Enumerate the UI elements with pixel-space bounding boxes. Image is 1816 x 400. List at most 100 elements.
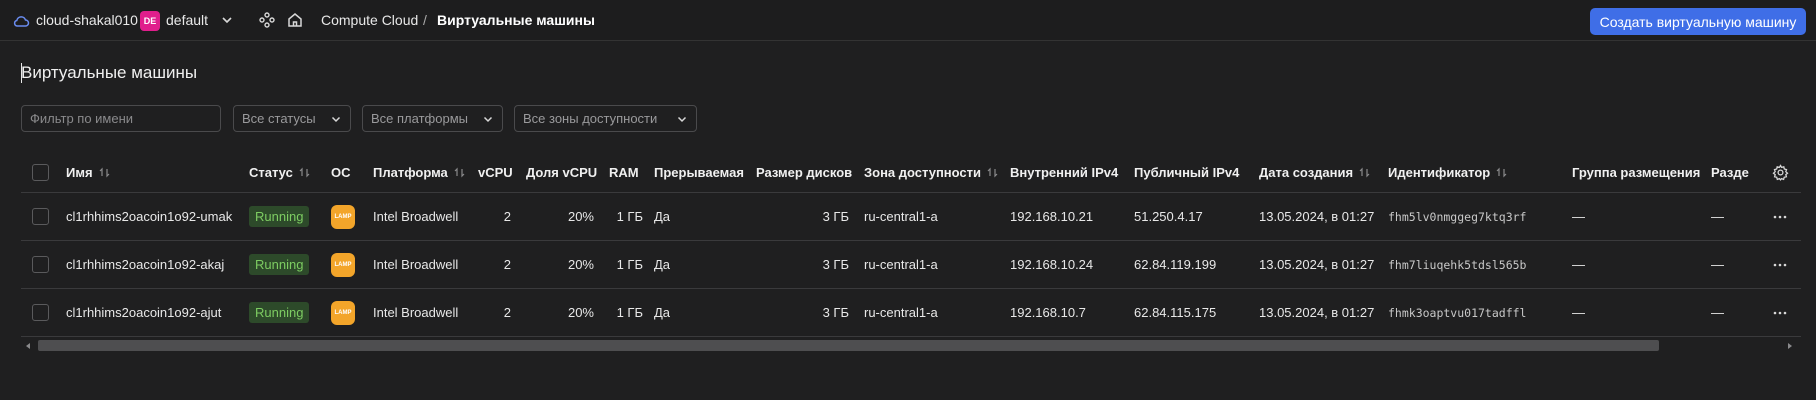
column-header-ram: RAM (609, 153, 639, 192)
lamp-os-icon: LAMP (331, 252, 355, 277)
text-caret (21, 63, 22, 83)
row-checkbox[interactable] (32, 304, 49, 321)
os-cell: LAMP (331, 241, 355, 288)
status-filter-select[interactable]: Все статусы (233, 105, 351, 132)
column-label: Дата создания (1259, 165, 1354, 180)
created-date: 13.05.2024, в 01:27 (1259, 305, 1375, 320)
vm-name[interactable]: cl1rhhims2oacoin1o92-akaj (66, 241, 224, 288)
cloud-name[interactable]: cloud-shakal010 (36, 12, 138, 28)
column-label: Имя (66, 165, 93, 180)
column-header-public-ip: Публичный IPv4 (1134, 153, 1239, 192)
more-actions-icon[interactable] (1772, 305, 1788, 321)
platform-filter-select[interactable]: Все платформы (362, 105, 503, 132)
partition: — (1711, 305, 1724, 320)
home-icon[interactable] (286, 11, 304, 29)
internal-ip: 192.168.10.7 (1010, 305, 1086, 320)
page-title: Виртуальные машины (21, 63, 198, 82)
zone-filter-select[interactable]: Все зоны доступности (514, 105, 697, 132)
table-row[interactable]: cl1rhhims2oacoin1o92-akaj Running LAMP I… (21, 241, 1801, 289)
scroll-right-arrow-icon[interactable] (1785, 341, 1795, 351)
column-header-internal-ip: Внутренний IPv4 (1010, 153, 1118, 192)
ram: 1 ГБ (616, 209, 643, 224)
column-header-status[interactable]: Статус (249, 153, 311, 192)
placement-group: — (1572, 209, 1585, 224)
create-vm-button[interactable]: Создать виртуальную машину (1590, 8, 1806, 35)
preemptible: Да (654, 209, 671, 224)
horizontal-scrollbar[interactable] (21, 339, 1801, 353)
status-cell: Running (249, 241, 310, 288)
disk-size: 3 ГБ (822, 257, 849, 272)
column-header-vcpu: vCPU (478, 153, 513, 192)
breadcrumb-separator: / (423, 12, 427, 28)
row-actions-cell (1772, 289, 1788, 336)
row-checkbox-cell (32, 241, 49, 288)
more-actions-icon[interactable] (1772, 209, 1788, 225)
sort-icon[interactable] (98, 166, 111, 179)
table-row[interactable]: cl1rhhims2oacoin1o92-umak Running LAMP I… (21, 193, 1801, 241)
column-label: Группа размещения (1572, 165, 1701, 180)
column-header-disk-size: Размер дисков (756, 153, 852, 192)
column-label: Прерываемая (654, 165, 744, 180)
row-checkbox-cell (32, 289, 49, 336)
partition: — (1711, 209, 1724, 224)
cloud-icon[interactable] (12, 12, 30, 30)
column-label: Платформа (373, 165, 448, 180)
status-filter-value: Все статусы (242, 111, 316, 126)
select-all-cell (32, 153, 49, 192)
chevron-down-icon[interactable] (220, 13, 234, 27)
breadcrumb-compute-cloud[interactable]: Compute Cloud (321, 12, 418, 28)
platform: Intel Broadwell (373, 305, 459, 320)
sort-icon[interactable] (1495, 166, 1508, 179)
vcpu-share: 20% (567, 305, 594, 320)
ram: 1 ГБ (616, 257, 643, 272)
internal-ip: 192.168.10.24 (1010, 257, 1094, 272)
lamp-os-icon: LAMP (331, 300, 355, 325)
column-header-created[interactable]: Дата создания (1259, 153, 1371, 192)
os-cell: LAMP (331, 193, 355, 240)
vcpu: 2 (503, 257, 511, 272)
vm-name[interactable]: cl1rhhims2oacoin1o92-ajut (66, 289, 221, 336)
vcpu: 2 (503, 209, 511, 224)
row-checkbox[interactable] (32, 256, 49, 273)
gear-icon[interactable] (1772, 164, 1789, 181)
more-actions-icon[interactable] (1772, 257, 1788, 273)
sort-icon[interactable] (298, 166, 311, 179)
chevron-down-icon (677, 116, 687, 122)
folder-name[interactable]: default (166, 12, 208, 28)
select-all-checkbox[interactable] (32, 164, 49, 181)
scrollbar-thumb[interactable] (38, 340, 1659, 351)
placement-group: — (1572, 257, 1585, 272)
column-label: Публичный IPv4 (1134, 165, 1240, 180)
status-badge: Running (249, 254, 310, 275)
column-header-zone[interactable]: Зона доступности (864, 153, 999, 192)
sort-icon[interactable] (986, 166, 999, 179)
vcpu: 2 (503, 305, 511, 320)
column-label: Идентификатор (1388, 165, 1491, 180)
partition: — (1711, 257, 1724, 272)
column-header-id[interactable]: Идентификатор (1388, 153, 1508, 192)
scroll-left-arrow-icon[interactable] (23, 341, 33, 351)
row-actions-cell (1772, 193, 1788, 240)
column-label: ОС (331, 165, 351, 180)
services-icon[interactable] (258, 11, 276, 29)
row-checkbox[interactable] (32, 208, 49, 225)
public-ip: 62.84.119.199 (1134, 257, 1217, 272)
vcpu-share: 20% (567, 257, 594, 272)
table-row[interactable]: cl1rhhims2oacoin1o92-ajut Running LAMP I… (21, 289, 1801, 337)
column-header-vcpu-share: Доля vCPU (526, 153, 597, 192)
sort-icon[interactable] (1358, 166, 1371, 179)
column-label: Внутренний IPv4 (1010, 165, 1119, 180)
folder-badge: DE (140, 11, 160, 31)
row-checkbox-cell (32, 193, 49, 240)
column-label: Статус (249, 165, 293, 180)
column-header-name[interactable]: Имя (66, 153, 111, 192)
disk-size: 3 ГБ (822, 305, 849, 320)
sort-icon[interactable] (453, 166, 466, 179)
column-header-platform[interactable]: Платформа (373, 153, 466, 192)
name-filter-input[interactable] (21, 105, 221, 132)
created-date: 13.05.2024, в 01:27 (1259, 209, 1375, 224)
row-actions-cell (1772, 241, 1788, 288)
vm-name[interactable]: cl1rhhims2oacoin1o92-umak (66, 193, 232, 240)
top-bar: cloud-shakal010 DE default Compute Cloud… (0, 0, 1816, 41)
column-label: vCPU (478, 165, 513, 180)
